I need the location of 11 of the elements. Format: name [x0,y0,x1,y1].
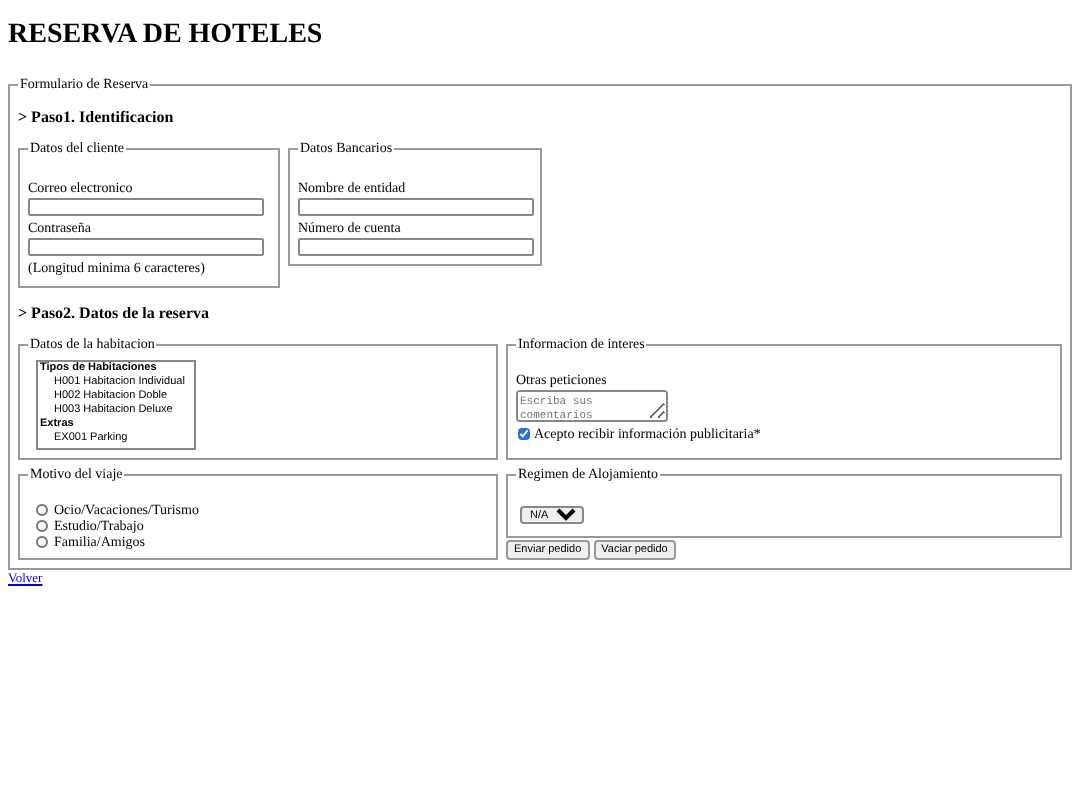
input-field[interactable] [28,198,264,216]
step-heading: > Paso2. Datos de la reserva [18,304,212,322]
page-title: RESERVA DE HOTELES [8,20,325,52]
radio-button[interactable] [36,520,48,532]
input-field[interactable] [28,238,264,256]
checkbox[interactable] [518,428,530,440]
input-field[interactable] [298,198,534,216]
radio-button[interactable] [36,536,48,548]
step-heading: > Paso1. Identificacion [18,108,176,126]
input-field[interactable] [298,238,534,256]
radio-button[interactable] [36,504,48,516]
